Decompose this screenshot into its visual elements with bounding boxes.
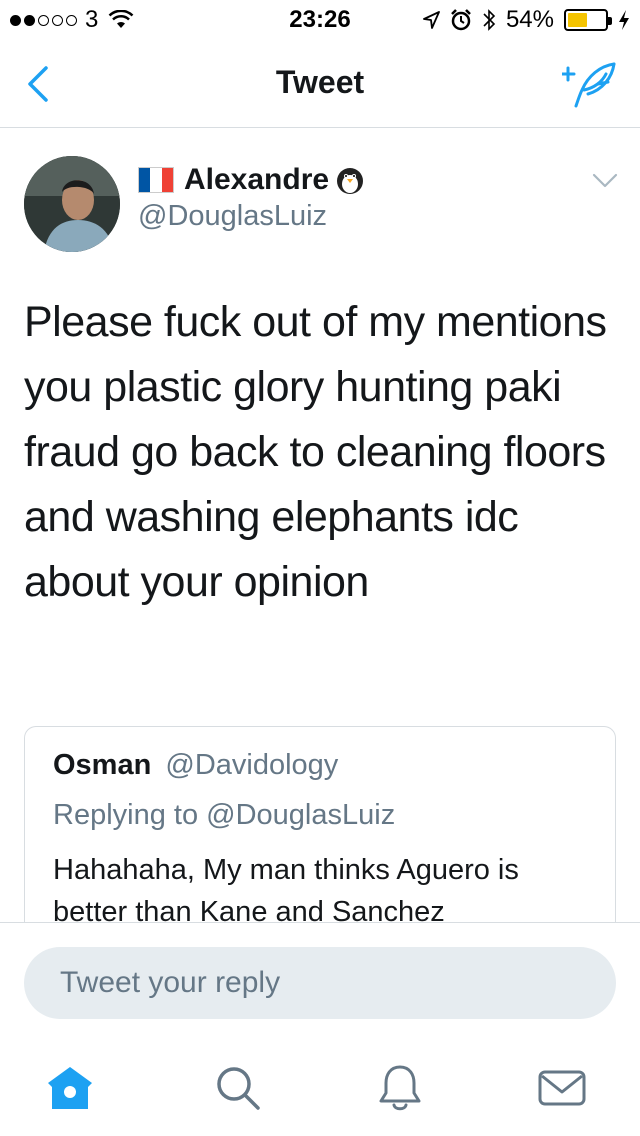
chevron-down-icon[interactable] (592, 170, 618, 190)
reply-bar (0, 922, 640, 1042)
status-right: 54% (422, 6, 630, 34)
penguin-emoji (337, 168, 364, 194)
compose-tweet-icon[interactable] (562, 60, 618, 108)
alarm-icon (451, 9, 471, 31)
quoted-author-name: Osman (53, 749, 152, 781)
tab-notifications[interactable] (374, 1062, 426, 1114)
author-handle[interactable]: @DouglasLuiz (138, 200, 327, 233)
page-title: Tweet (275, 64, 365, 100)
battery-percent: 54% (505, 6, 554, 33)
reply-input[interactable] (24, 947, 616, 1019)
status-bar: 3 23:26 54% (0, 0, 640, 40)
tweet-author[interactable]: Alexandre (138, 160, 365, 200)
tweet-text: Please fuck out of my mentions you plast… (24, 298, 607, 606)
tab-home[interactable] (44, 1062, 96, 1114)
bluetooth-icon (483, 9, 496, 31)
tab-search[interactable] (212, 1062, 264, 1114)
charging-icon (619, 10, 629, 30)
tab-messages[interactable] (536, 1062, 588, 1114)
nav-bar: Tweet (0, 40, 640, 128)
france-flag-emoji (138, 167, 174, 193)
avatar-image (24, 156, 120, 252)
location-icon (423, 11, 440, 29)
quoted-tweet-header: Osman @Davidology (53, 749, 338, 782)
search-icon (217, 1067, 260, 1110)
quoted-tweet[interactable]: Osman @Davidology Replying to @DouglasLu… (24, 726, 616, 926)
battery-icon (564, 9, 612, 31)
quoted-author-handle: @Davidology (165, 749, 339, 781)
tab-bar (0, 1042, 640, 1136)
replying-prefix: Replying to (53, 799, 199, 831)
notifications-icon (379, 1065, 421, 1111)
avatar[interactable] (24, 156, 120, 252)
home-icon (48, 1067, 92, 1109)
quoted-replying-to: Replying to @DouglasLuiz (53, 799, 395, 832)
quoted-tweet-text: Hahahaha, My man thinks Aguero is better… (53, 854, 519, 926)
messages-icon (538, 1070, 586, 1106)
replying-mention: @DouglasLuiz (206, 799, 396, 831)
author-name: Alexandre (184, 163, 330, 196)
